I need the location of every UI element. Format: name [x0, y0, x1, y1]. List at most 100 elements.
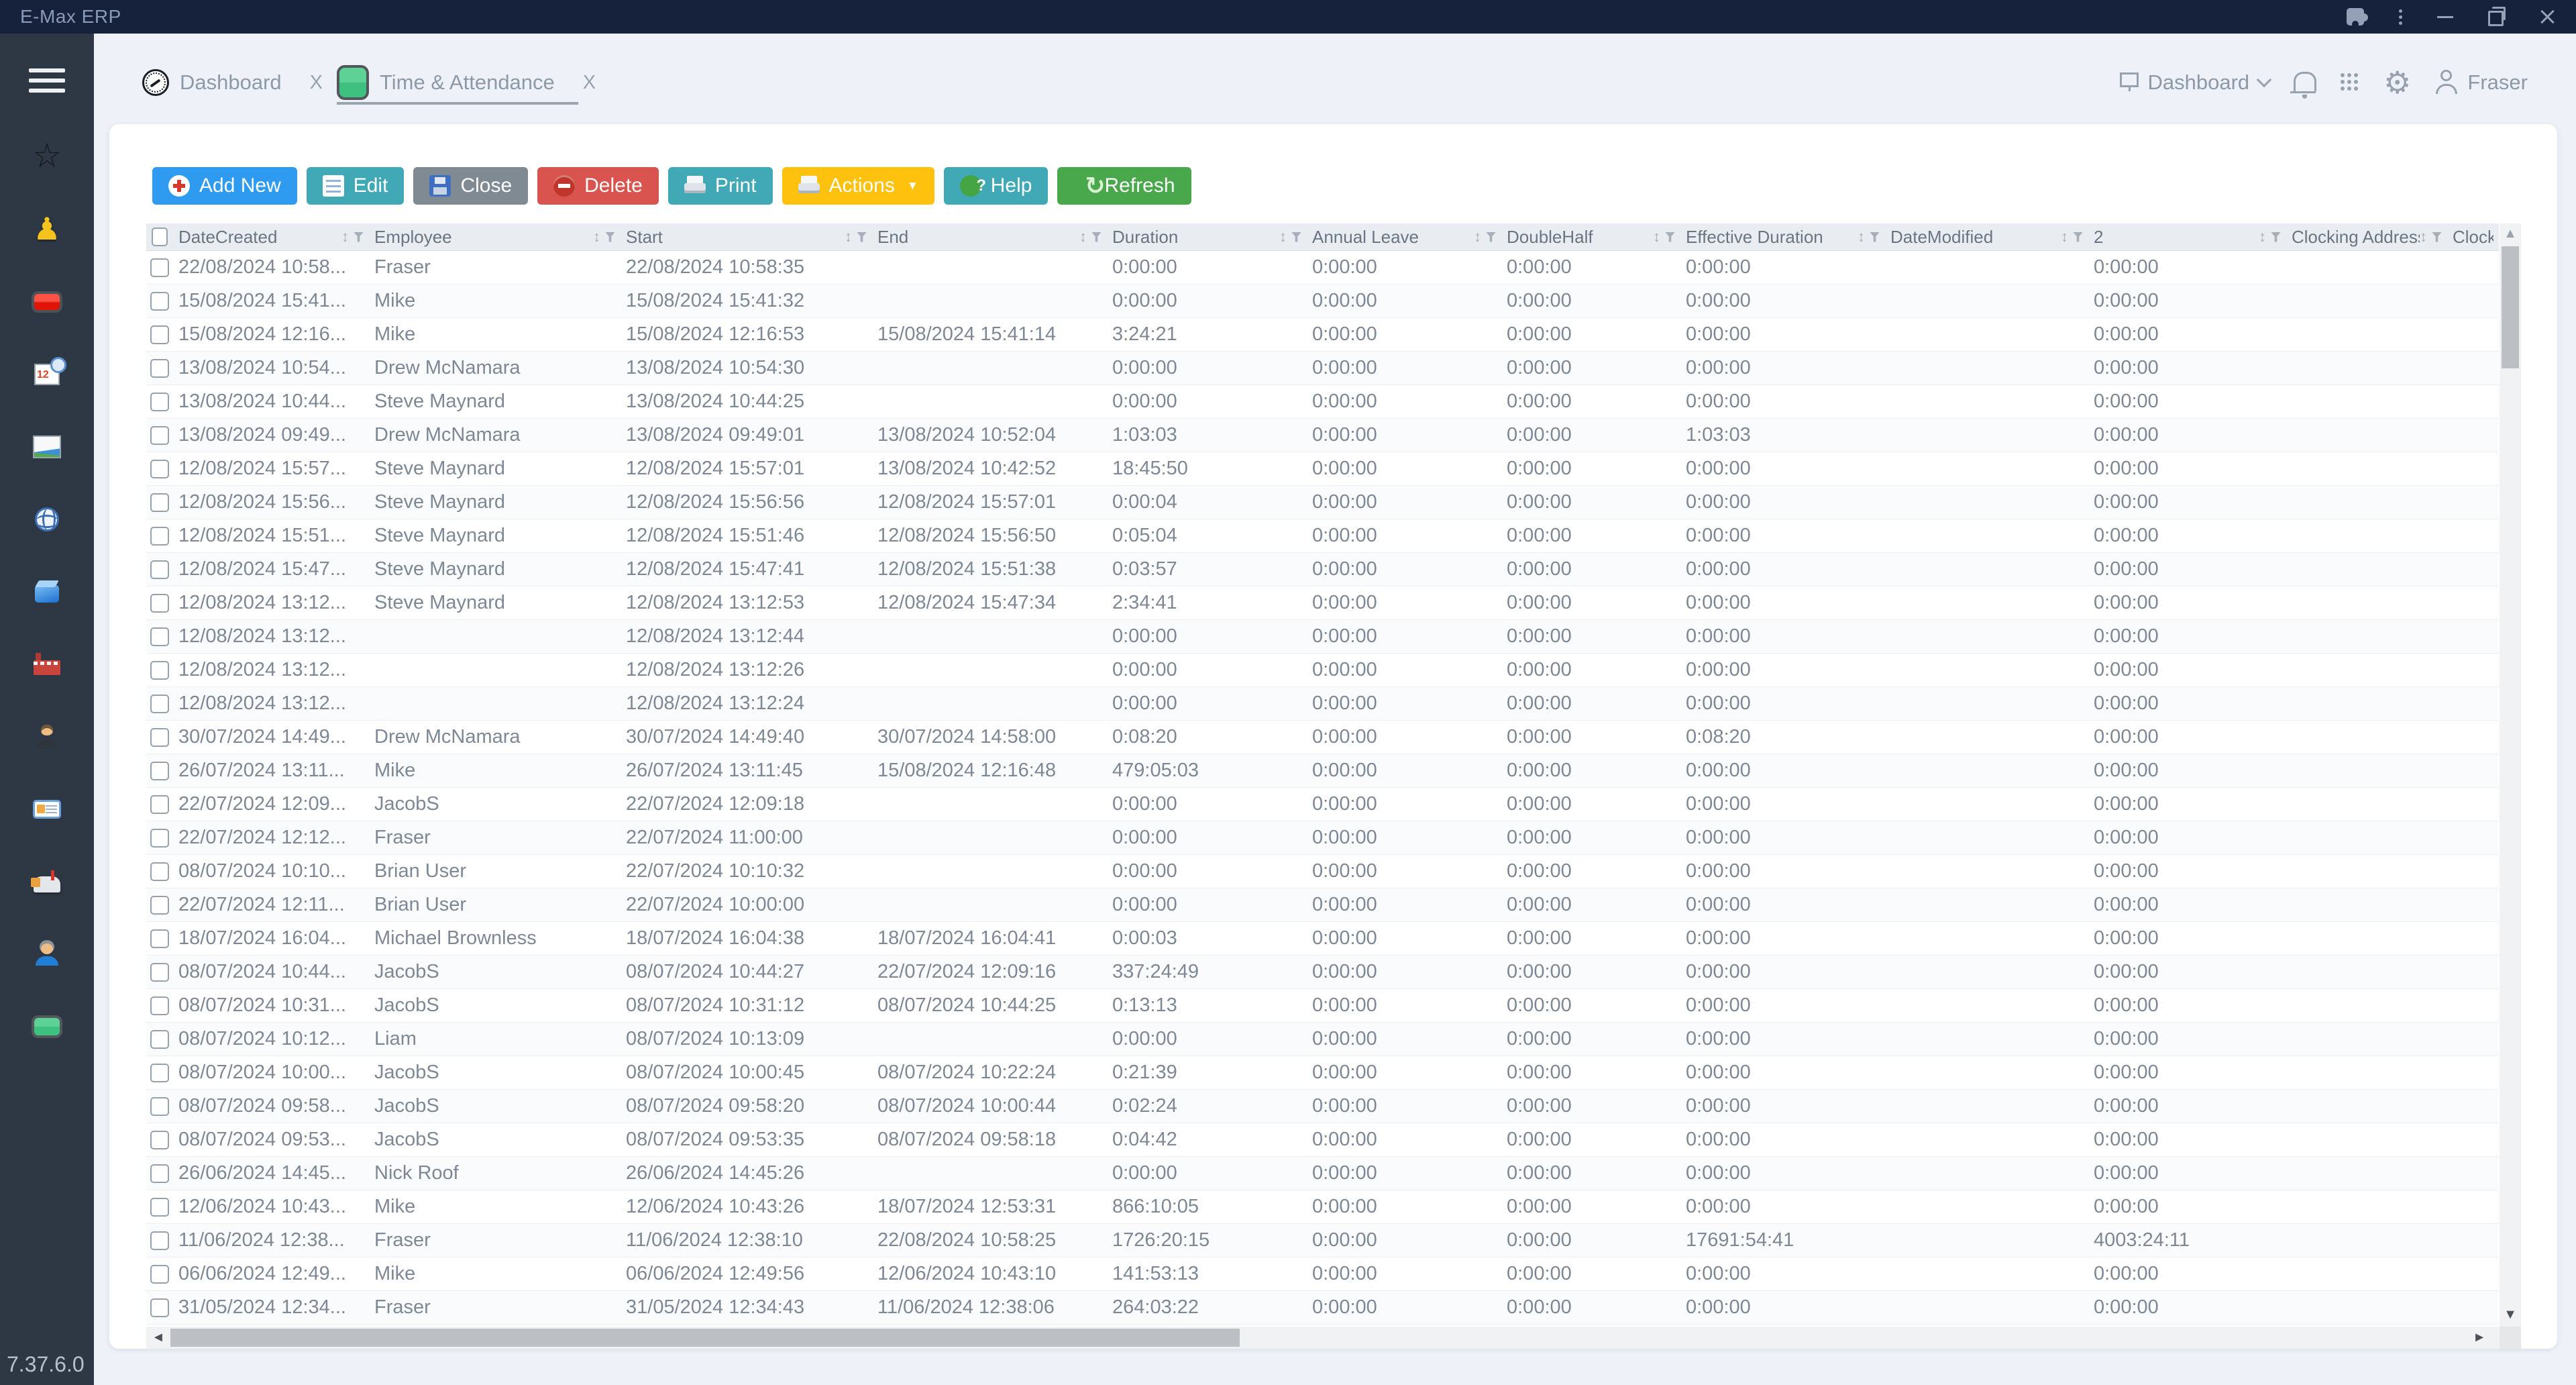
- table-row[interactable]: 22/08/2024 10:58...Fraser22/08/2024 10:5…: [146, 251, 2499, 285]
- column-header-annual_leave[interactable]: Annual Leave↕: [1307, 223, 1501, 250]
- row-checkbox[interactable]: [150, 560, 169, 579]
- row-checkbox[interactable]: [150, 426, 169, 445]
- row-checkbox[interactable]: [150, 527, 169, 546]
- table-row[interactable]: 06/06/2024 12:49...Mike06/06/2024 12:49:…: [146, 1258, 2499, 1291]
- table-row[interactable]: 12/08/2024 15:57...Steve Maynard12/08/20…: [146, 452, 2499, 486]
- sidebar-item-factory[interactable]: [31, 652, 63, 676]
- sidebar-item-employee-pawn[interactable]: [31, 217, 63, 242]
- vertical-scrollbar-thumb[interactable]: [2502, 246, 2519, 368]
- filter-funnel-icon[interactable]: [605, 232, 615, 242]
- row-checkbox[interactable]: [150, 1097, 169, 1116]
- table-row[interactable]: 22/07/2024 12:11...Brian User22/07/2024 …: [146, 888, 2499, 922]
- column-header-effective_duration[interactable]: Effective Duration↕: [1680, 223, 1885, 250]
- column-header-clocking_address[interactable]: Clocking Address↕: [2286, 223, 2447, 250]
- actions-button[interactable]: Actions▼: [782, 167, 934, 205]
- column-header-clockin[interactable]: Clockin: [2447, 223, 2499, 250]
- help-button[interactable]: Help: [944, 167, 1049, 205]
- sort-icon[interactable]: ↕: [2061, 229, 2068, 244]
- row-checkbox[interactable]: [150, 1030, 169, 1049]
- bell-icon[interactable]: [2294, 72, 2316, 91]
- sort-icon[interactable]: ↕: [2259, 229, 2266, 244]
- sidebar-item-id-card[interactable]: [31, 797, 63, 821]
- table-row[interactable]: 15/08/2024 12:16...Mike15/08/2024 12:16:…: [146, 318, 2499, 352]
- column-header-select[interactable]: [146, 223, 173, 250]
- row-checkbox[interactable]: [150, 292, 169, 311]
- table-row[interactable]: 12/08/2024 15:51...Steve Maynard12/08/20…: [146, 519, 2499, 553]
- sidebar-item-worker[interactable]: [31, 725, 63, 749]
- table-row[interactable]: 12/08/2024 15:56...Steve Maynard12/08/20…: [146, 486, 2499, 519]
- row-checkbox[interactable]: [150, 996, 169, 1015]
- vertical-scrollbar[interactable]: ▲ ▼: [2500, 223, 2521, 1327]
- row-checkbox[interactable]: [150, 1131, 169, 1149]
- table-row[interactable]: 08/07/2024 10:00...JacobS08/07/2024 10:0…: [146, 1056, 2499, 1090]
- sort-icon[interactable]: ↕: [1653, 229, 1660, 244]
- row-checkbox[interactable]: [150, 627, 169, 646]
- sidebar-item-favorites-star[interactable]: [31, 145, 63, 169]
- row-checkbox[interactable]: [150, 1265, 169, 1284]
- table-row[interactable]: 13/08/2024 09:49...Drew McNamara13/08/20…: [146, 419, 2499, 452]
- table-row[interactable]: 08/07/2024 09:58...JacobS08/07/2024 09:5…: [146, 1090, 2499, 1123]
- sort-icon[interactable]: ↕: [1474, 229, 1481, 244]
- user-menu[interactable]: Fraser: [2435, 70, 2528, 95]
- row-checkbox[interactable]: [150, 695, 169, 713]
- table-row[interactable]: 22/07/2024 12:09...JacobS22/07/2024 12:0…: [146, 788, 2499, 821]
- table-row[interactable]: 11/06/2024 12:38...Fraser11/06/2024 12:3…: [146, 1224, 2499, 1258]
- refresh-button[interactable]: Refresh: [1057, 167, 1191, 205]
- row-checkbox[interactable]: [150, 896, 169, 915]
- row-checkbox[interactable]: [150, 1298, 169, 1317]
- filter-funnel-icon[interactable]: [2271, 232, 2281, 242]
- scroll-left-icon[interactable]: ◄: [152, 1330, 165, 1345]
- filter-funnel-icon[interactable]: [2073, 232, 2083, 242]
- row-checkbox[interactable]: [150, 728, 169, 747]
- sort-icon[interactable]: ↕: [845, 229, 852, 244]
- sidebar-item-support-agent[interactable]: [31, 942, 63, 966]
- gear-icon[interactable]: ⚙: [2383, 67, 2411, 98]
- tab-dashboard[interactable]: Dashboard X: [142, 62, 323, 103]
- sidebar-item-mailbox[interactable]: [31, 870, 63, 894]
- column-header-date_modified[interactable]: DateModified↕: [1885, 223, 2088, 250]
- sort-icon[interactable]: ↕: [2420, 229, 2427, 244]
- table-row[interactable]: 31/05/2024 12:34...Fraser31/05/2024 12:3…: [146, 1291, 2499, 1325]
- column-header-two[interactable]: 2↕: [2088, 223, 2286, 250]
- row-checkbox[interactable]: [150, 762, 169, 780]
- row-checkbox[interactable]: [150, 359, 169, 378]
- column-header-created[interactable]: DateCreated↕: [173, 223, 369, 250]
- row-checkbox[interactable]: [150, 460, 169, 478]
- row-checkbox[interactable]: [150, 393, 169, 411]
- sidebar-item-cube[interactable]: [31, 580, 63, 604]
- scroll-down-icon[interactable]: ▼: [2500, 1307, 2521, 1323]
- column-header-duration[interactable]: Duration↕: [1107, 223, 1307, 250]
- column-header-end[interactable]: End↕: [872, 223, 1107, 250]
- table-row[interactable]: 12/08/2024 13:12...12/08/2024 13:12:440:…: [146, 620, 2499, 654]
- filter-funnel-icon[interactable]: [2432, 232, 2442, 242]
- table-row[interactable]: 13/08/2024 10:44...Steve Maynard13/08/20…: [146, 385, 2499, 419]
- sort-icon[interactable]: ↕: [1858, 229, 1865, 244]
- minimize-icon[interactable]: [2437, 16, 2453, 18]
- table-row[interactable]: 30/07/2024 14:49...Drew McNamara30/07/20…: [146, 721, 2499, 754]
- filter-funnel-icon[interactable]: [1665, 232, 1675, 242]
- sort-icon[interactable]: ↕: [1279, 229, 1287, 244]
- table-row[interactable]: 15/08/2024 15:41...Mike15/08/2024 15:41:…: [146, 285, 2499, 318]
- scroll-right-icon[interactable]: ►: [2473, 1330, 2486, 1345]
- scroll-up-icon[interactable]: ▲: [2500, 226, 2521, 242]
- extension-icon[interactable]: [2347, 8, 2364, 25]
- filter-funnel-icon[interactable]: [857, 232, 867, 242]
- row-checkbox[interactable]: [150, 1064, 169, 1082]
- table-row[interactable]: 13/08/2024 10:54...Drew McNamara13/08/20…: [146, 352, 2499, 385]
- row-checkbox[interactable]: [150, 325, 169, 344]
- menu-hamburger-icon[interactable]: [29, 68, 65, 93]
- workspace-selector[interactable]: Dashboard: [2120, 70, 2270, 95]
- filter-funnel-icon[interactable]: [1870, 232, 1880, 242]
- edit-button[interactable]: Edit: [307, 167, 405, 205]
- select-all-checkbox[interactable]: [152, 227, 168, 246]
- row-checkbox[interactable]: [150, 1198, 169, 1217]
- table-row[interactable]: 08/07/2024 10:12...Liam08/07/2024 10:13:…: [146, 1023, 2499, 1056]
- sidebar-item-timesheet-calendar[interactable]: [31, 362, 63, 387]
- table-row[interactable]: 12/08/2024 13:12...Steve Maynard12/08/20…: [146, 586, 2499, 620]
- close-button[interactable]: Close: [413, 167, 528, 205]
- table-row[interactable]: 12/06/2024 10:43...Mike12/06/2024 10:43:…: [146, 1190, 2499, 1224]
- row-checkbox[interactable]: [150, 829, 169, 848]
- sort-icon[interactable]: ↕: [593, 229, 600, 244]
- table-row[interactable]: 12/08/2024 15:47...Steve Maynard12/08/20…: [146, 553, 2499, 586]
- row-checkbox[interactable]: [150, 594, 169, 613]
